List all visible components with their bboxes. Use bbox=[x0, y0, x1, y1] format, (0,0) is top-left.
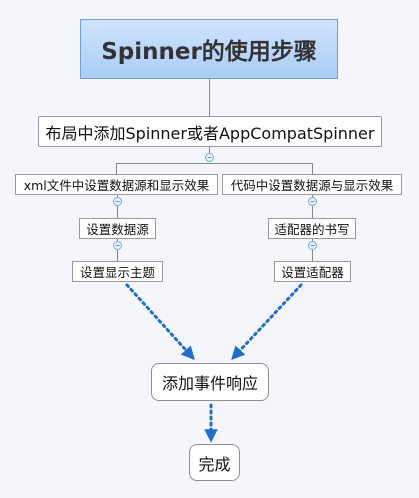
branch-code-node[interactable]: 代码中设置数据源与显示效果 bbox=[222, 174, 402, 195]
step-add-spinner-node[interactable]: 布局中添加Spinner或者AppCompatSpinner bbox=[38, 116, 382, 147]
arrow-left-to-event bbox=[125, 283, 195, 361]
write-adapter-node[interactable]: 适配器的书写 bbox=[268, 218, 356, 239]
collapse-toggle-icon[interactable]: − bbox=[205, 153, 214, 162]
diagram-title-node[interactable]: Spinner的使用步骤 bbox=[80, 19, 338, 79]
set-display-theme-node[interactable]: 设置显示主题 bbox=[72, 261, 163, 282]
done-node[interactable]: 完成 bbox=[189, 444, 240, 481]
add-event-response-node[interactable]: 添加事件响应 bbox=[151, 363, 269, 401]
collapse-toggle-icon[interactable]: − bbox=[113, 197, 122, 206]
arrow-right-to-event bbox=[231, 283, 303, 360]
collapse-toggle-icon[interactable]: − bbox=[308, 241, 317, 250]
collapse-toggle-icon[interactable]: − bbox=[113, 241, 122, 250]
collapse-toggle-icon[interactable]: − bbox=[308, 197, 317, 206]
set-adapter-node[interactable]: 设置适配器 bbox=[274, 261, 351, 282]
connector-fork bbox=[116, 163, 313, 174]
branch-xml-node[interactable]: xml文件中设置数据源和显示效果 bbox=[15, 174, 218, 195]
set-data-source-node[interactable]: 设置数据源 bbox=[79, 218, 156, 239]
